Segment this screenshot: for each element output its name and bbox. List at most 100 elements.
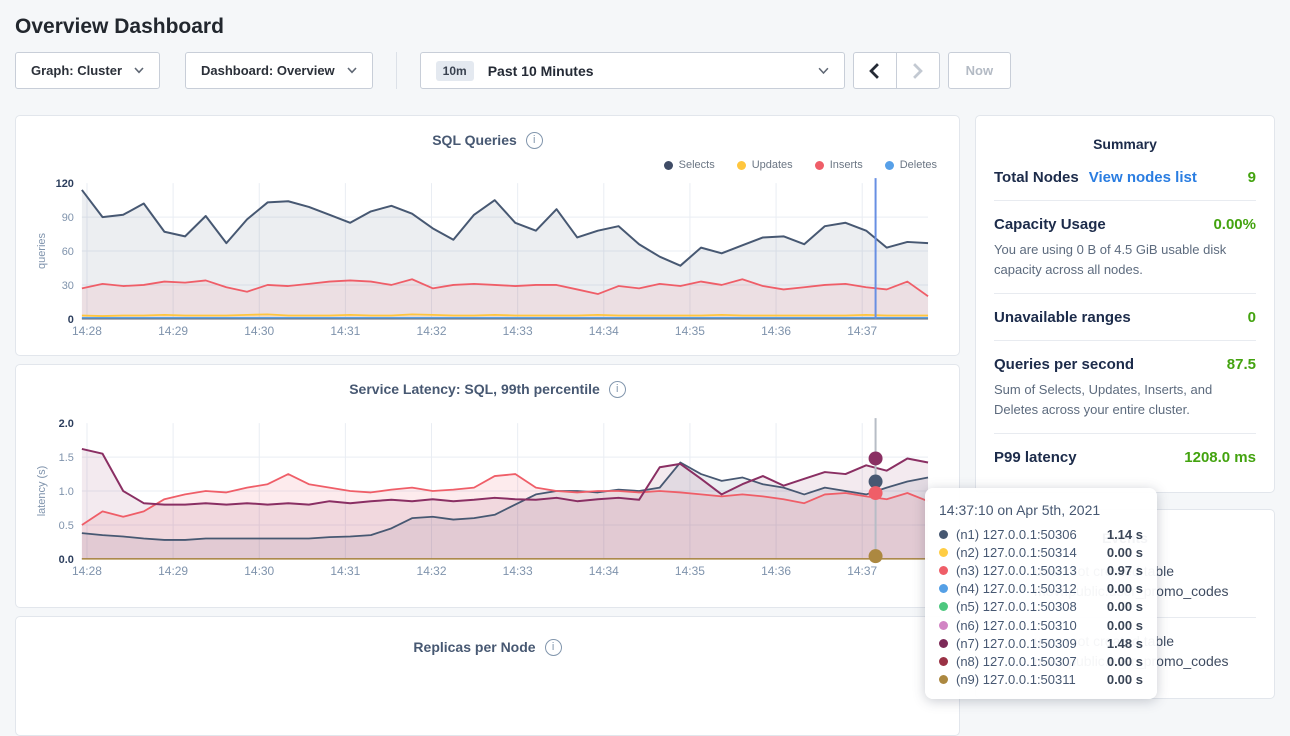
replicas-per-node-panel: Replicas per Node i	[15, 616, 960, 736]
tooltip-rows: (n1) 127.0.0.1:503061.14 s(n2) 127.0.0.1…	[939, 525, 1143, 689]
chevron-left-icon	[869, 63, 880, 79]
summary-row-capacity: Capacity Usage 0.00% You are using 0 B o…	[994, 201, 1256, 294]
svg-text:latency (s): latency (s)	[36, 466, 48, 517]
legend-item-deletes[interactable]: Deletes	[885, 159, 937, 171]
svg-text:0: 0	[68, 314, 74, 326]
legend-item-inserts[interactable]: Inserts	[815, 159, 863, 171]
svg-text:0.5: 0.5	[59, 520, 74, 532]
legend-item-selects[interactable]: Selects	[664, 159, 715, 171]
node-address: (n8) 127.0.0.1:50307	[956, 654, 1099, 669]
svg-text:14:36: 14:36	[761, 324, 791, 338]
tooltip-timestamp: 14:37:10 on Apr 5th, 2021	[939, 502, 1143, 518]
qps-description: Sum of Selects, Updates, Inserts, and De…	[994, 380, 1256, 419]
service-latency-panel: Service Latency: SQL, 99th percentile i …	[15, 364, 960, 608]
node-address: (n3) 127.0.0.1:50313	[956, 563, 1099, 578]
tooltip-row: (n5) 127.0.0.1:503080.00 s	[939, 598, 1143, 616]
svg-text:1.0: 1.0	[59, 486, 74, 498]
node-address: (n2) 127.0.0.1:50314	[956, 545, 1099, 560]
summary-row-total-nodes: Total Nodes View nodes list 9	[994, 154, 1256, 201]
unavailable-ranges-label: Unavailable ranges	[994, 309, 1131, 326]
svg-text:14:31: 14:31	[330, 324, 360, 338]
svg-text:120: 120	[56, 178, 74, 190]
node-latency-value: 0.00 s	[1107, 654, 1143, 669]
time-range-badge: 10m	[436, 61, 474, 81]
node-address: (n5) 127.0.0.1:50308	[956, 599, 1099, 614]
info-icon[interactable]: i	[545, 639, 562, 656]
summary-row-qps: Queries per second 87.5 Sum of Selects, …	[994, 341, 1256, 434]
info-icon[interactable]: i	[526, 132, 543, 149]
svg-text:14:33: 14:33	[503, 324, 533, 338]
legend-dot	[815, 161, 824, 170]
node-latency-value: 0.97 s	[1107, 563, 1143, 578]
node-latency-value: 0.00 s	[1107, 581, 1143, 596]
svg-text:14:35: 14:35	[675, 564, 705, 578]
sql-queries-legend: Selects Updates Inserts Deletes	[32, 157, 937, 173]
node-address: (n6) 127.0.0.1:50310	[956, 618, 1099, 633]
node-latency-value: 1.14 s	[1107, 527, 1143, 542]
summary-card: Summary Total Nodes View nodes list 9 Ca…	[975, 115, 1275, 493]
summary-row-unavailable-ranges: Unavailable ranges 0	[994, 294, 1256, 341]
toolbar: Graph: Cluster Dashboard: Overview 10m P…	[15, 52, 1275, 89]
info-icon[interactable]: i	[609, 381, 626, 398]
legend-dot	[885, 161, 894, 170]
view-nodes-list-link[interactable]: View nodes list	[1089, 169, 1197, 186]
svg-text:14:32: 14:32	[417, 324, 447, 338]
chevron-right-icon	[912, 63, 923, 79]
tooltip-row: (n2) 127.0.0.1:503140.00 s	[939, 543, 1143, 561]
total-nodes-label: Total Nodes	[994, 169, 1079, 186]
summary-row-p99-latency: P99 latency 1208.0 ms	[994, 434, 1256, 480]
graph-scope-dropdown[interactable]: Graph: Cluster	[15, 52, 160, 89]
tooltip-row: (n4) 127.0.0.1:50312 0.00 s	[939, 580, 1143, 598]
series-dot	[939, 675, 948, 684]
svg-text:queries: queries	[36, 233, 48, 269]
service-latency-chart[interactable]: 14:2814:2914:3014:3114:3214:3314:3414:35…	[32, 407, 943, 597]
next-time-button[interactable]	[896, 52, 940, 89]
tooltip-row: (n8) 127.0.0.1:50307 0.00 s	[939, 652, 1143, 670]
svg-text:14:31: 14:31	[330, 564, 360, 578]
node-address: (n9) 127.0.0.1:50311	[956, 672, 1099, 687]
series-dot	[939, 530, 948, 539]
dashboard-label: Dashboard: Overview	[201, 63, 335, 78]
svg-text:0.0: 0.0	[59, 554, 74, 566]
svg-text:14:36: 14:36	[761, 564, 791, 578]
legend-item-updates[interactable]: Updates	[737, 159, 793, 171]
tooltip-row: (n3) 127.0.0.1:50313 0.97 s	[939, 561, 1143, 579]
series-dot	[939, 657, 948, 666]
qps-value: 87.5	[1227, 356, 1256, 373]
dashboard-dropdown[interactable]: Dashboard: Overview	[185, 52, 373, 89]
node-latency-value: 1.48 s	[1107, 636, 1143, 651]
legend-dot	[737, 161, 746, 170]
legend-dot	[664, 161, 673, 170]
time-range-picker[interactable]: 10m Past 10 Minutes	[420, 52, 845, 89]
svg-text:14:34: 14:34	[589, 564, 619, 578]
legend-label: Selects	[679, 159, 715, 171]
sql-queries-chart[interactable]: 14:2814:2914:3014:3114:3214:3314:3414:35…	[32, 175, 943, 345]
p99-latency-value: 1208.0 ms	[1184, 449, 1256, 466]
svg-text:14:37: 14:37	[847, 324, 877, 338]
svg-text:60: 60	[62, 246, 74, 258]
chevron-down-icon	[347, 67, 357, 74]
svg-text:14:28: 14:28	[72, 324, 102, 338]
svg-text:14:32: 14:32	[417, 564, 447, 578]
node-address: (n4) 127.0.0.1:50312	[956, 581, 1099, 596]
svg-text:14:37: 14:37	[847, 564, 877, 578]
node-latency-value: 0.00 s	[1107, 618, 1143, 633]
summary-title: Summary	[994, 136, 1256, 152]
legend-label: Inserts	[830, 159, 863, 171]
toolbar-divider	[396, 52, 397, 89]
previous-time-button[interactable]	[853, 52, 897, 89]
legend-label: Updates	[752, 159, 793, 171]
svg-text:14:29: 14:29	[158, 324, 188, 338]
p99-latency-label: P99 latency	[994, 449, 1077, 466]
series-dot	[939, 602, 948, 611]
charts-column: SQL Queries i SelectsUpdatesInsertsDelet…	[15, 115, 960, 736]
now-button[interactable]: Now	[948, 52, 1011, 89]
unavailable-ranges-value: 0	[1248, 309, 1256, 326]
tooltip-row: (n7) 127.0.0.1:503091.48 s	[939, 634, 1143, 652]
time-step-buttons	[853, 52, 940, 89]
time-range-label: Past 10 Minutes	[488, 63, 818, 79]
series-dot	[939, 639, 948, 648]
capacity-usage-label: Capacity Usage	[994, 216, 1106, 233]
tooltip-row: (n9) 127.0.0.1:503110.00 s	[939, 671, 1143, 689]
chart-hover-tooltip: 14:37:10 on Apr 5th, 2021 (n1) 127.0.0.1…	[925, 488, 1157, 699]
